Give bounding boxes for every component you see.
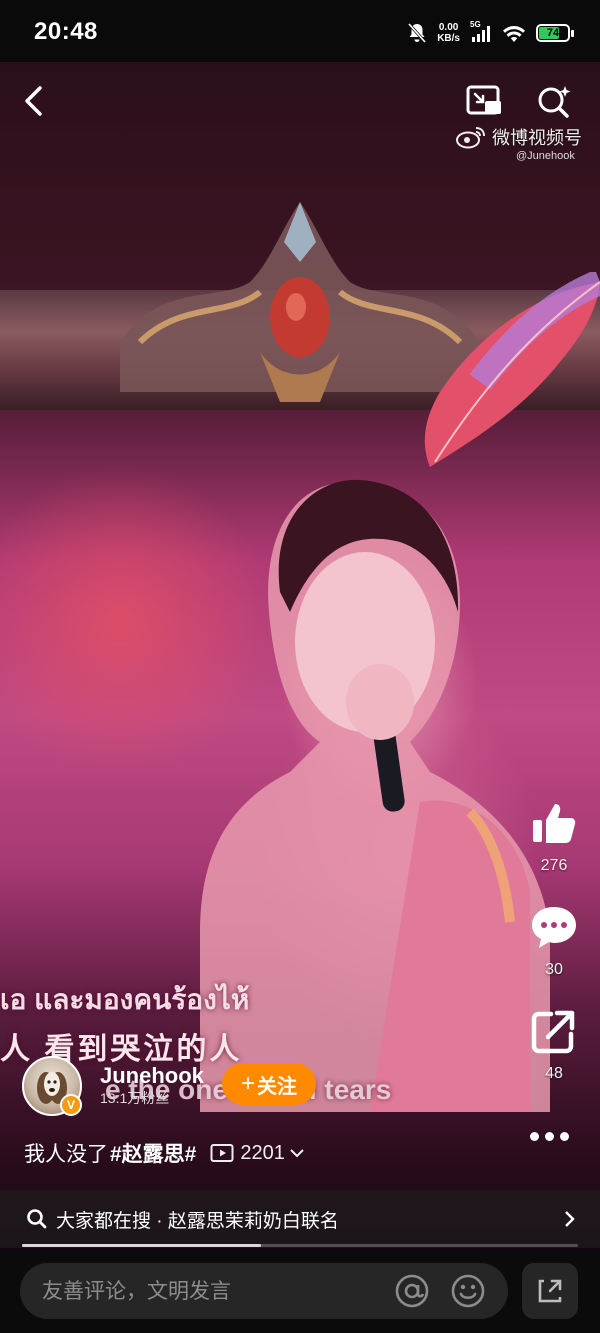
progress-fill [22, 1244, 262, 1247]
battery-level: 74 [546, 27, 560, 39]
like-button[interactable]: 276 [528, 800, 580, 875]
mute-bell-icon [408, 23, 427, 43]
share-icon [531, 1010, 575, 1054]
comment-button[interactable]: 30 [528, 904, 580, 979]
expand-icon [538, 1279, 562, 1303]
watermark-handle: @Junehook [516, 150, 575, 162]
verified-badge: V [60, 1094, 82, 1116]
share-count: 48 [545, 1065, 563, 1082]
share-button[interactable]: 48 [528, 1008, 580, 1083]
hot-search-text: 大家都在搜 · 赵露思茉莉奶白联名 [56, 1210, 339, 1232]
author-name[interactable]: Junehook [100, 1064, 204, 1088]
expand-button[interactable] [522, 1263, 578, 1319]
hot-search-bar[interactable]: 大家都在搜 · 赵露思茉莉奶白联名 [0, 1190, 600, 1248]
signal-icon: 5G [470, 20, 492, 44]
author-fans: 13.1万粉丝 [100, 1090, 170, 1106]
status-bar: 20:48 0.00 KB/s 5G 74 [0, 0, 600, 62]
watermark-brand: 微博视频号 [492, 128, 582, 148]
search-icon [27, 1209, 47, 1229]
comment-bubble-icon [532, 907, 576, 948]
caption-hashtag[interactable]: #赵露思# [110, 1138, 196, 1168]
caption-text: 我人没了 [24, 1143, 108, 1166]
status-time: 20:48 [34, 18, 98, 45]
weibo-logo-icon [456, 127, 485, 149]
emoji-icon[interactable] [450, 1273, 486, 1309]
battery-icon: 74 [536, 24, 574, 42]
follow-label: 关注 [257, 1075, 297, 1098]
comment-count: 30 [545, 961, 563, 978]
play-count-value: 2201 [240, 1141, 285, 1164]
net-speed: 0.00 KB/s [437, 22, 460, 44]
ai-search-icon[interactable] [536, 84, 572, 118]
like-count: 276 [540, 857, 568, 874]
status-icons: 0.00 KB/s 5G 74 [407, 18, 574, 48]
lyric-line-thai: เอ และมองคนร้องไห้ [0, 984, 250, 1015]
play-count[interactable]: 2201 [210, 1142, 305, 1165]
author-row: V Junehook 13.1万粉丝 [22, 1056, 204, 1116]
follow-button[interactable]: + 关注 [222, 1063, 316, 1105]
at-icon[interactable] [394, 1273, 430, 1309]
thumbs-up-icon [533, 804, 576, 843]
back-arrow-icon[interactable] [20, 84, 50, 118]
wifi-icon [503, 26, 525, 42]
comment-bar [0, 1250, 600, 1333]
play-count-icon [210, 1144, 234, 1162]
progress-bar[interactable] [22, 1244, 578, 1247]
avatar[interactable]: V [22, 1056, 82, 1116]
chevron-down-icon [290, 1149, 304, 1158]
comment-input[interactable] [40, 1263, 384, 1321]
chevron-right-icon [565, 1211, 575, 1227]
comment-box [20, 1263, 508, 1321]
net-speed-value: 0.00 [438, 22, 459, 33]
weibo-watermark: 微博视频号 [456, 124, 582, 150]
plus-icon: + [240, 1070, 255, 1097]
more-dots-icon[interactable] [530, 1132, 574, 1144]
net-speed-unit: KB/s [437, 33, 460, 44]
feather-ornament [424, 272, 600, 467]
picture-in-picture-icon[interactable] [465, 84, 503, 118]
caption: 我人没了 #赵露思# 2201 [24, 1138, 305, 1168]
